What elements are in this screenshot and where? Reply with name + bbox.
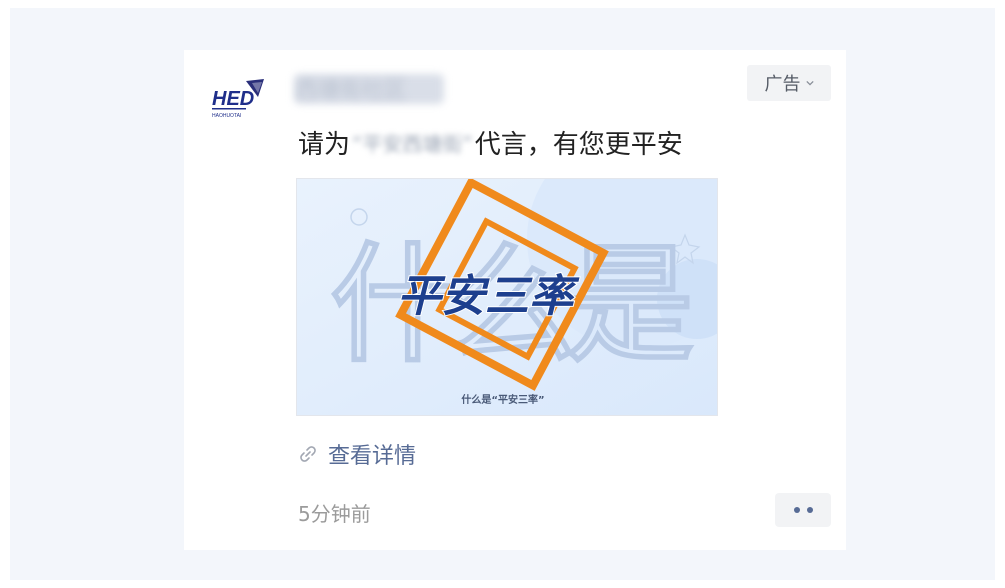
ad-badge-label: 广告 bbox=[764, 74, 801, 95]
ad-badge-button[interactable]: 广告 bbox=[747, 65, 831, 101]
more-dots-icon bbox=[793, 507, 800, 513]
chevron-down-icon bbox=[805, 80, 814, 86]
headline-prefix: 请为 bbox=[298, 130, 351, 160]
view-details-label: 查看详情 bbox=[328, 444, 417, 469]
advertiser-name[interactable]: 西塘街社区 bbox=[296, 72, 406, 104]
logo-subtext: HAOHUOTAI bbox=[212, 113, 241, 119]
creative-caption: 什么是“平安三率” bbox=[461, 393, 544, 406]
creative-main-text: 平安三率 bbox=[397, 271, 580, 322]
ad-card: HED HAOHUOTAI 西塘街社区 广告 请为 “平安西塘街” 代言，有您更… bbox=[184, 50, 846, 550]
headline-redacted: “平安西塘街” bbox=[352, 132, 473, 156]
ad-headline: 请为 “平安西塘街” 代言，有您更平安 bbox=[298, 124, 683, 161]
view-details-link[interactable]: 查看详情 bbox=[298, 438, 416, 470]
advertiser-logo[interactable]: HED HAOHUOTAI bbox=[208, 77, 268, 123]
logo-underline bbox=[212, 108, 246, 110]
feed-background: HED HAOHUOTAI 西塘街社区 广告 请为 “平安西塘街” 代言，有您更… bbox=[10, 8, 995, 580]
ad-creative-image[interactable]: 什么是 平安三率 什么是“平安三率” bbox=[296, 178, 718, 416]
logo-text: HED bbox=[212, 88, 254, 110]
link-icon bbox=[300, 446, 316, 462]
headline-suffix: 代言，有您更平安 bbox=[474, 130, 683, 160]
more-dots-icon bbox=[806, 507, 813, 513]
post-timestamp: 5分钟前 bbox=[298, 502, 371, 526]
more-options-button[interactable] bbox=[775, 493, 831, 527]
